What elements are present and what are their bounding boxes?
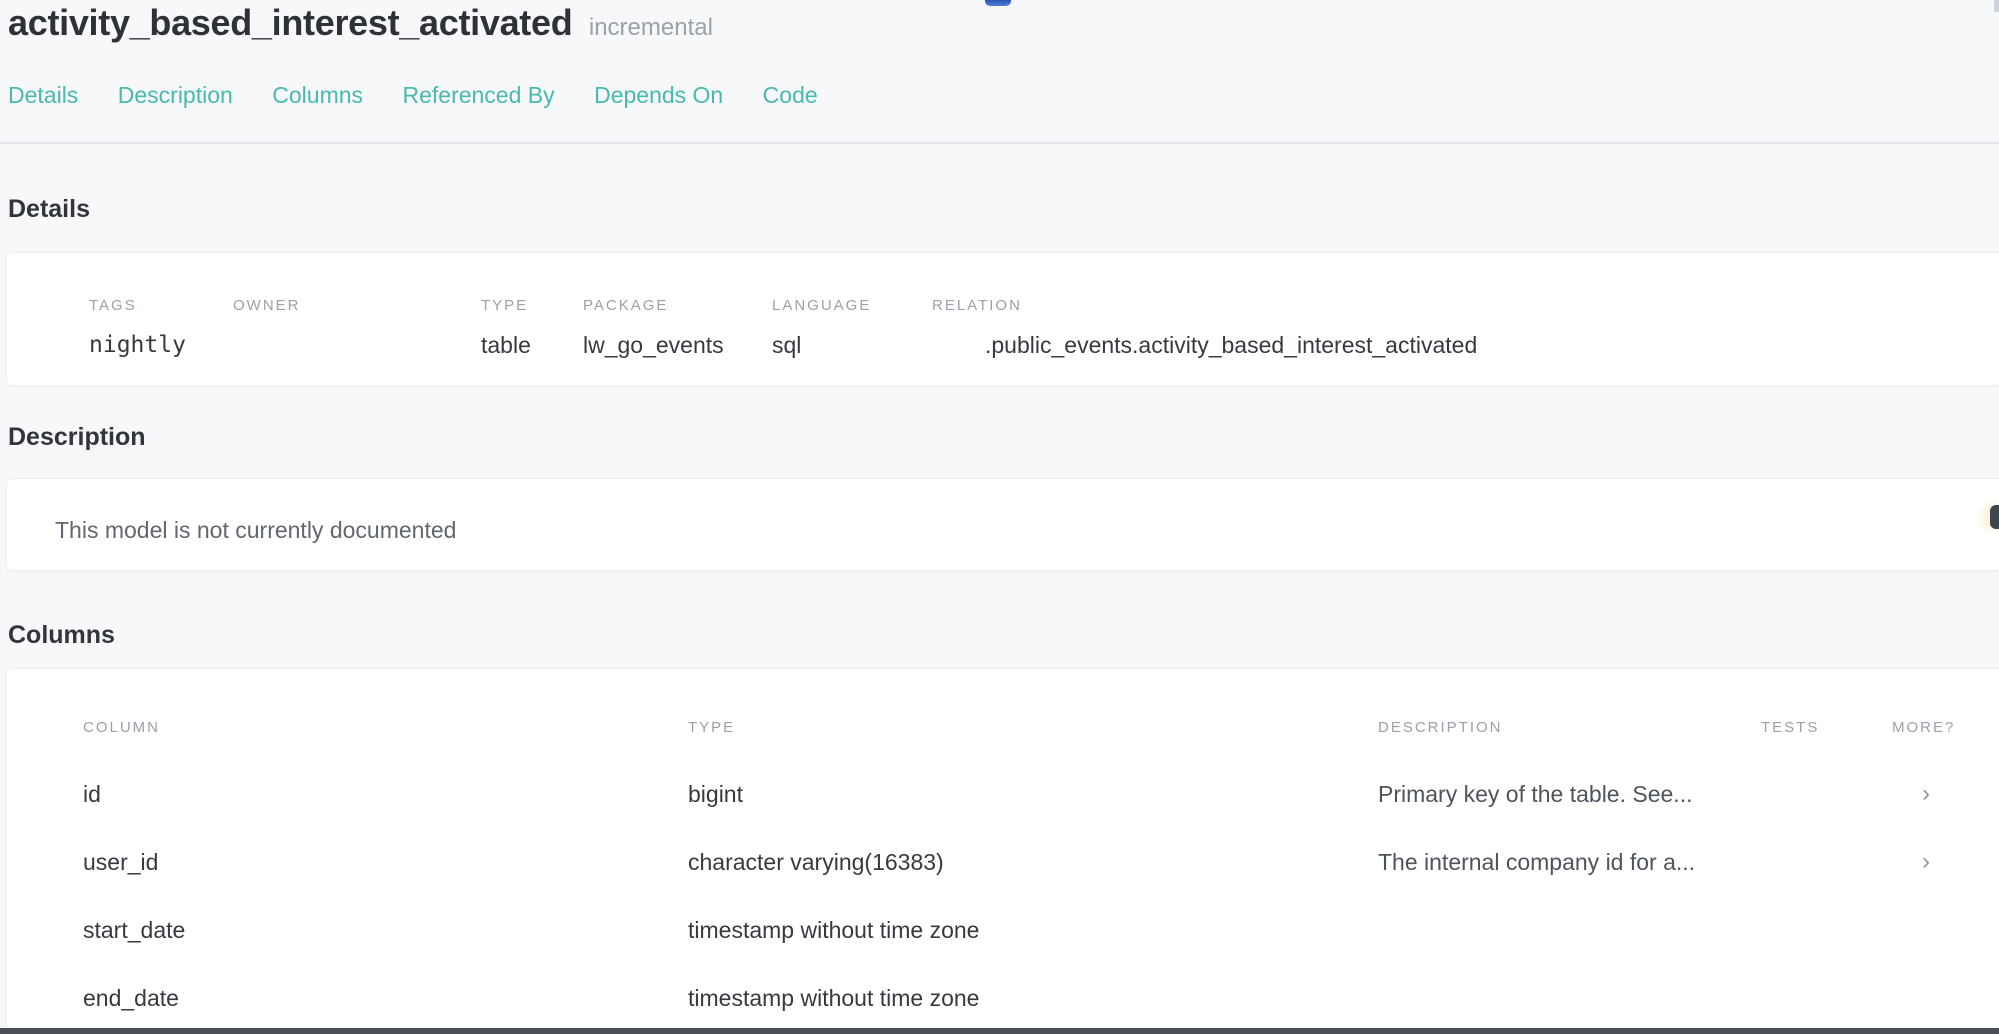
type-value: table xyxy=(481,332,583,359)
tag-link[interactable]: nightly xyxy=(89,332,233,359)
package-label: PACKAGE xyxy=(583,297,772,314)
column-header-description: DESCRIPTION xyxy=(1378,719,1761,737)
clipped-edge-button[interactable] xyxy=(1990,505,1999,529)
column-type: timestamp without time zone xyxy=(688,917,1378,944)
model-docs-page: activity_based_interest_activated increm… xyxy=(0,0,1999,1034)
nav-tab-description[interactable]: Description xyxy=(118,82,233,109)
field-language: LANGUAGE sql xyxy=(772,297,932,385)
details-card: TAGS nightly OWNER TYPE table PACKAGE lw… xyxy=(6,252,1999,386)
field-tags: TAGS nightly xyxy=(89,297,233,385)
type-label: TYPE xyxy=(481,297,583,314)
field-relation: RELATION .public_events.activity_based_i… xyxy=(932,297,1999,385)
columns-card: COLUMN TYPE DESCRIPTION TESTS MORE? id b… xyxy=(6,668,1999,1034)
relation-label: RELATION xyxy=(932,297,1999,314)
relation-value: .public_events.activity_based_interest_a… xyxy=(932,332,1999,359)
nav-tab-details[interactable]: Details xyxy=(8,82,78,109)
materialization-badge: incremental xyxy=(589,14,713,41)
table-row: user_id character varying(16383) The int… xyxy=(83,828,1999,896)
nav-tab-depends-on[interactable]: Depends On xyxy=(594,82,723,109)
column-type: timestamp without time zone xyxy=(688,985,1378,1012)
clipped-element-top-icon xyxy=(985,0,1011,6)
language-value: sql xyxy=(772,332,932,359)
section-nav: Details Description Columns Referenced B… xyxy=(8,82,853,109)
column-name: id xyxy=(83,781,688,808)
details-heading: Details xyxy=(8,195,90,223)
scrollbar-fragment xyxy=(1994,0,1999,12)
description-heading: Description xyxy=(8,423,146,451)
field-package: PACKAGE lw_go_events xyxy=(583,297,772,385)
column-type: bigint xyxy=(688,781,1378,808)
owner-label: OWNER xyxy=(233,297,481,314)
package-value: lw_go_events xyxy=(583,332,772,359)
header-divider xyxy=(0,142,1999,144)
field-type: TYPE table xyxy=(481,297,583,385)
tags-label: TAGS xyxy=(89,297,233,314)
nav-tab-referenced-by[interactable]: Referenced By xyxy=(402,82,554,109)
expand-row-chevron-icon[interactable]: › xyxy=(1892,850,1999,874)
table-row: id bigint Primary key of the table. See.… xyxy=(83,760,1999,828)
columns-heading: Columns xyxy=(8,621,115,649)
column-description: The internal company id for a... xyxy=(1378,849,1761,876)
column-name: start_date xyxy=(83,917,688,944)
column-name: user_id xyxy=(83,849,688,876)
nav-tab-code[interactable]: Code xyxy=(763,82,818,109)
columns-table-header: COLUMN TYPE DESCRIPTION TESTS MORE? xyxy=(83,719,1999,737)
expand-row-chevron-icon[interactable]: › xyxy=(1892,782,1999,806)
description-text: This model is not currently documented xyxy=(55,517,1999,544)
field-owner: OWNER xyxy=(233,297,481,385)
table-row: end_date timestamp without time zone xyxy=(83,964,1999,1032)
language-label: LANGUAGE xyxy=(772,297,932,314)
nav-tab-columns[interactable]: Columns xyxy=(272,82,363,109)
page-header: activity_based_interest_activated increm… xyxy=(8,0,713,46)
description-card: This model is not currently documented xyxy=(6,478,1999,571)
column-header-more: MORE? xyxy=(1892,719,1999,737)
column-type: character varying(16383) xyxy=(688,849,1378,876)
page-title: activity_based_interest_activated xyxy=(8,2,572,43)
columns-table-body: id bigint Primary key of the table. See.… xyxy=(83,760,1999,1032)
column-header-column: COLUMN xyxy=(83,719,688,737)
column-header-tests: TESTS xyxy=(1761,719,1892,737)
column-header-type: TYPE xyxy=(688,719,1378,737)
bottom-window-edge xyxy=(0,1028,1999,1034)
table-row: start_date timestamp without time zone xyxy=(83,896,1999,964)
column-name: end_date xyxy=(83,985,688,1012)
column-description: Primary key of the table. See... xyxy=(1378,781,1761,808)
